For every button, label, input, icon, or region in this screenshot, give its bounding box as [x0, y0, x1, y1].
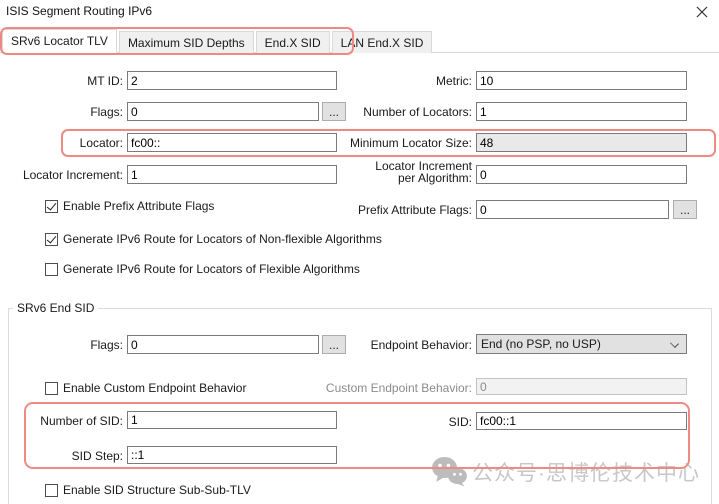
locator-increment-per-algorithm-input[interactable] [476, 165, 687, 184]
mt-id-label: MT ID: [0, 74, 123, 88]
group-flags-label: Flags: [0, 338, 123, 352]
prefix-attribute-flags-ellipsis-button[interactable]: ... [673, 200, 697, 219]
enable-prefix-attribute-flags-checkbox[interactable] [45, 200, 58, 213]
close-icon[interactable] [690, 2, 714, 22]
tab-lan-endx-sid[interactable]: LAN End.X SID [332, 31, 433, 53]
flags-label: Flags: [0, 105, 123, 119]
sid-input[interactable] [476, 412, 687, 430]
enable-sid-structure-label: Enable SID Structure Sub-Sub-TLV [63, 483, 251, 497]
number-of-locators-input[interactable] [476, 102, 687, 121]
sid-label: SID: [250, 415, 472, 429]
sid-step-label: SID Step: [0, 449, 123, 463]
custom-endpoint-behavior-label: Custom Endpoint Behavior: [250, 381, 472, 395]
endpoint-behavior-dropdown[interactable]: End (no PSP, no USP) [476, 334, 687, 354]
generate-nonflexible-checkbox[interactable] [45, 233, 58, 246]
tab-bar: SRv6 Locator TLV Maximum SID Depths End.… [0, 29, 719, 53]
generate-flexible-row[interactable]: Generate IPv6 Route for Locators of Flex… [45, 262, 360, 276]
enable-prefix-attribute-flags-label: Enable Prefix Attribute Flags [63, 199, 214, 213]
generate-nonflexible-row[interactable]: Generate IPv6 Route for Locators of Non-… [45, 232, 382, 246]
srv6-end-sid-group-title: SRv6 End SID [13, 301, 98, 315]
watermark: 公众号·思博伦技术中心 [431, 456, 700, 487]
chevron-down-icon [670, 339, 679, 348]
enable-custom-endpoint-behavior-label: Enable Custom Endpoint Behavior [63, 381, 246, 395]
watermark-text: 公众号·思博伦技术中心 [472, 457, 700, 487]
enable-sid-structure-checkbox[interactable] [45, 484, 58, 497]
metric-input[interactable] [476, 71, 687, 90]
sid-step-input[interactable] [127, 446, 337, 464]
number-of-locators-label: Number of Locators: [250, 105, 472, 119]
endpoint-behavior-value: End (no PSP, no USP) [481, 337, 601, 351]
isis-segment-routing-ipv6-dialog: ISIS Segment Routing IPv6 SRv6 Locator T… [0, 0, 719, 504]
generate-flexible-checkbox[interactable] [45, 263, 58, 276]
prefix-attribute-flags-input[interactable] [476, 200, 669, 219]
tab-endx-sid[interactable]: End.X SID [256, 31, 330, 53]
minimum-locator-size-label: Minimum Locator Size: [250, 136, 472, 150]
enable-prefix-attribute-flags-row[interactable]: Enable Prefix Attribute Flags [45, 199, 214, 213]
minimum-locator-size-input [476, 133, 687, 152]
number-of-sid-label: Number of SID: [0, 414, 123, 428]
wechat-icon [431, 456, 468, 487]
generate-nonflexible-label: Generate IPv6 Route for Locators of Non-… [63, 232, 382, 246]
enable-custom-endpoint-behavior-row[interactable]: Enable Custom Endpoint Behavior [45, 381, 246, 395]
endpoint-behavior-label: Endpoint Behavior: [250, 338, 472, 352]
tab-maximum-sid-depths[interactable]: Maximum SID Depths [119, 31, 254, 53]
tab-srv6-locator-tlv[interactable]: SRv6 Locator TLV [2, 29, 117, 53]
locator-increment-label: Locator Increment: [0, 168, 123, 182]
locator-increment-per-algorithm-label-line2: per Algorithm: [250, 172, 472, 184]
dialog-title: ISIS Segment Routing IPv6 [6, 4, 152, 18]
custom-endpoint-behavior-input [476, 378, 687, 395]
generate-flexible-label: Generate IPv6 Route for Locators of Flex… [63, 262, 360, 276]
locator-increment-per-algorithm-label: Locator Increment per Algorithm: [250, 160, 472, 184]
enable-sid-structure-row[interactable]: Enable SID Structure Sub-Sub-TLV [45, 483, 251, 497]
metric-label: Metric: [250, 74, 472, 88]
prefix-attribute-flags-label: Prefix Attribute Flags: [250, 203, 472, 217]
enable-custom-endpoint-behavior-checkbox[interactable] [45, 382, 58, 395]
locator-label: Locator: [0, 136, 123, 150]
